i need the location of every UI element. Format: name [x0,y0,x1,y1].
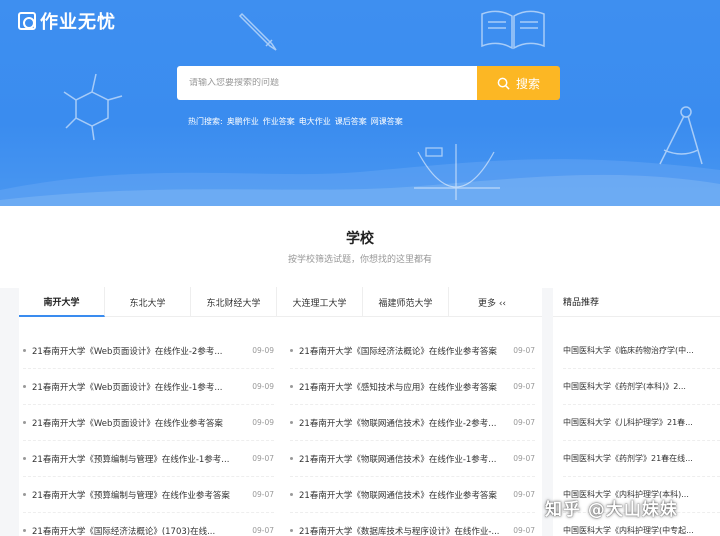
list-item[interactable]: 21春南开大学《物联网通信技术》在线作业-2参考... 09-07 [290,405,535,441]
zhihu-watermark: 知乎 @大山妹妹 [545,500,678,520]
tab-nankai[interactable]: 南开大学 [19,287,105,317]
list-item-title: 21春南开大学《国际经济法概论》(1703)在线... [32,526,216,536]
featured-title: 精品推荐 [553,287,720,317]
list-item[interactable]: 21春南开大学《国际经济法概论》在线作业参考答案 09-07 [290,333,535,369]
list-item[interactable]: 21春南开大学《Web页面设计》在线作业-1参考... 09-09 [23,369,274,405]
tab-dalian-ligong[interactable]: 大连理工大学 [277,287,363,317]
section-title: 学校 [346,231,374,247]
list-item-title: 21春南开大学《数据库技术与程序设计》在线作业-... [299,526,500,536]
list-item-title: 21春南开大学《Web页面设计》在线作业-2参考... [32,346,223,357]
search-icon [497,77,510,90]
hero-banner: 作业无忧 搜索 热门搜索: 奥鹏作业 作业答案 电大作业 课后答案 网课答案 [0,0,720,206]
tab-more[interactable]: 更多 ‹‹ [449,287,535,317]
hero-wave-decoration [0,159,720,206]
school-panel: 南开大学 东北大学 东北财经大学 大连理工大学 福建师范大学 更多 ‹‹ 21春… [19,287,542,536]
list-item[interactable]: 21春南开大学《物联网通信技术》在线作业参考答案 09-07 [290,477,535,513]
featured-item[interactable]: 中国医科大学《药剂学》21春在线... [563,441,720,477]
list-item-date: 09-09 [252,346,274,355]
bullet-icon [290,349,293,352]
chemistry-molecule-icon [63,73,123,141]
open-book-icon [481,10,545,50]
featured-item[interactable]: 中国医科大学《儿科护理学》21春... [563,405,720,441]
list-item-title: 21春南开大学《感知技术与应用》在线作业参考答案 [299,382,497,393]
list-item-date: 09-07 [513,418,535,427]
list-item-title: 21春南开大学《物联网通信技术》在线作业-1参考... [299,454,497,465]
list-item-date: 09-07 [513,490,535,499]
list-item-date: 09-07 [513,382,535,391]
pencil-icon [238,12,277,51]
list-column-right: 21春南开大学《国际经济法概论》在线作业参考答案 09-07 21春南开大学《感知… [280,333,541,536]
list-item[interactable]: 21春南开大学《Web页面设计》在线作业-2参考... 09-09 [23,333,274,369]
list-item[interactable]: 21春南开大学《预算编制与管理》在线作业-1参考... 09-07 [23,441,274,477]
bullet-icon [23,493,26,496]
search-input[interactable] [189,78,477,88]
list-item-title: 21春南开大学《Web页面设计》在线作业-1参考... [32,382,223,393]
list-item[interactable]: 21春南开大学《数据库技术与程序设计》在线作业-... 09-07 [290,513,535,536]
search-button[interactable]: 搜索 [477,66,560,100]
bullet-icon [23,529,26,532]
logo-icon [18,12,36,30]
list-item[interactable]: 21春南开大学《国际经济法概论》(1703)在线... 09-07 [23,513,274,536]
hot-searches: 热门搜索: 奥鹏作业 作业答案 电大作业 课后答案 网课答案 [188,116,403,127]
list-item-title: 21春南开大学《物联网通信技术》在线作业参考答案 [299,490,497,501]
list-item-title: 21春南开大学《预算编制与管理》在线作业参考答案 [32,490,230,501]
list-item-title: 21春南开大学《预算编制与管理》在线作业-1参考... [32,454,230,465]
list-item[interactable]: 21春南开大学《Web页面设计》在线作业参考答案 09-09 [23,405,274,441]
list-item-title: 21春南开大学《Web页面设计》在线作业参考答案 [32,418,223,429]
list-item-date: 09-09 [252,382,274,391]
brand-name: 作业无忧 [40,12,116,33]
list-item[interactable]: 21春南开大学《感知技术与应用》在线作业参考答案 09-07 [290,369,535,405]
hot-search-link[interactable]: 课后答案 [335,116,367,127]
list-item-date: 09-07 [513,526,535,535]
compass-icon [659,106,703,165]
bullet-icon [290,421,293,424]
hot-searches-label: 热门搜索: [188,117,223,126]
list-item-date: 09-09 [252,418,274,427]
bullet-icon [290,529,293,532]
list-item-date: 09-07 [252,454,274,463]
tab-dongbei-caijing[interactable]: 东北财经大学 [191,287,277,317]
list-item-title: 21春南开大学《国际经济法概论》在线作业参考答案 [299,346,497,357]
hot-search-link[interactable]: 网课答案 [371,116,403,127]
featured-item[interactable]: 中国医科大学《药剂学(本科)》2... [563,369,720,405]
section-subtitle: 按学校筛选试题，你想找的这里都有 [287,255,432,265]
list-item-date: 09-07 [513,346,535,355]
tab-dongbei[interactable]: 东北大学 [105,287,191,317]
list-item[interactable]: 21春南开大学《物联网通信技术》在线作业-1参考... 09-07 [290,441,535,477]
bullet-icon [290,493,293,496]
list-column-left: 21春南开大学《Web页面设计》在线作业-2参考... 09-09 21春南开大学… [19,333,280,536]
list-item[interactable]: 21春南开大学《预算编制与管理》在线作业参考答案 09-07 [23,477,274,513]
search-box [177,66,477,100]
hot-search-link[interactable]: 作业答案 [263,116,295,127]
tab-fujian-shifan[interactable]: 福建师范大学 [363,287,449,317]
hot-search-link[interactable]: 奥鹏作业 [227,116,259,127]
featured-item[interactable]: 中国医科大学《临床药物治疗学(中... [563,333,720,369]
graph-sketch-icon [414,144,500,200]
list-item-date: 09-07 [513,454,535,463]
school-tabs: 南开大学 东北大学 东北财经大学 大连理工大学 福建师范大学 更多 ‹‹ [19,287,542,317]
hot-search-link[interactable]: 电大作业 [299,116,331,127]
search-button-label: 搜索 [515,76,540,91]
site-logo[interactable]: 作业无忧 [18,8,116,34]
list-item-date: 09-07 [252,490,274,499]
bullet-icon [23,457,26,460]
bullet-icon [290,457,293,460]
bullet-icon [23,349,26,352]
list-item-title: 21春南开大学《物联网通信技术》在线作业-2参考... [299,418,497,429]
bullet-icon [290,385,293,388]
bullet-icon [23,385,26,388]
bullet-icon [23,421,26,424]
list-item-date: 09-07 [252,526,274,535]
